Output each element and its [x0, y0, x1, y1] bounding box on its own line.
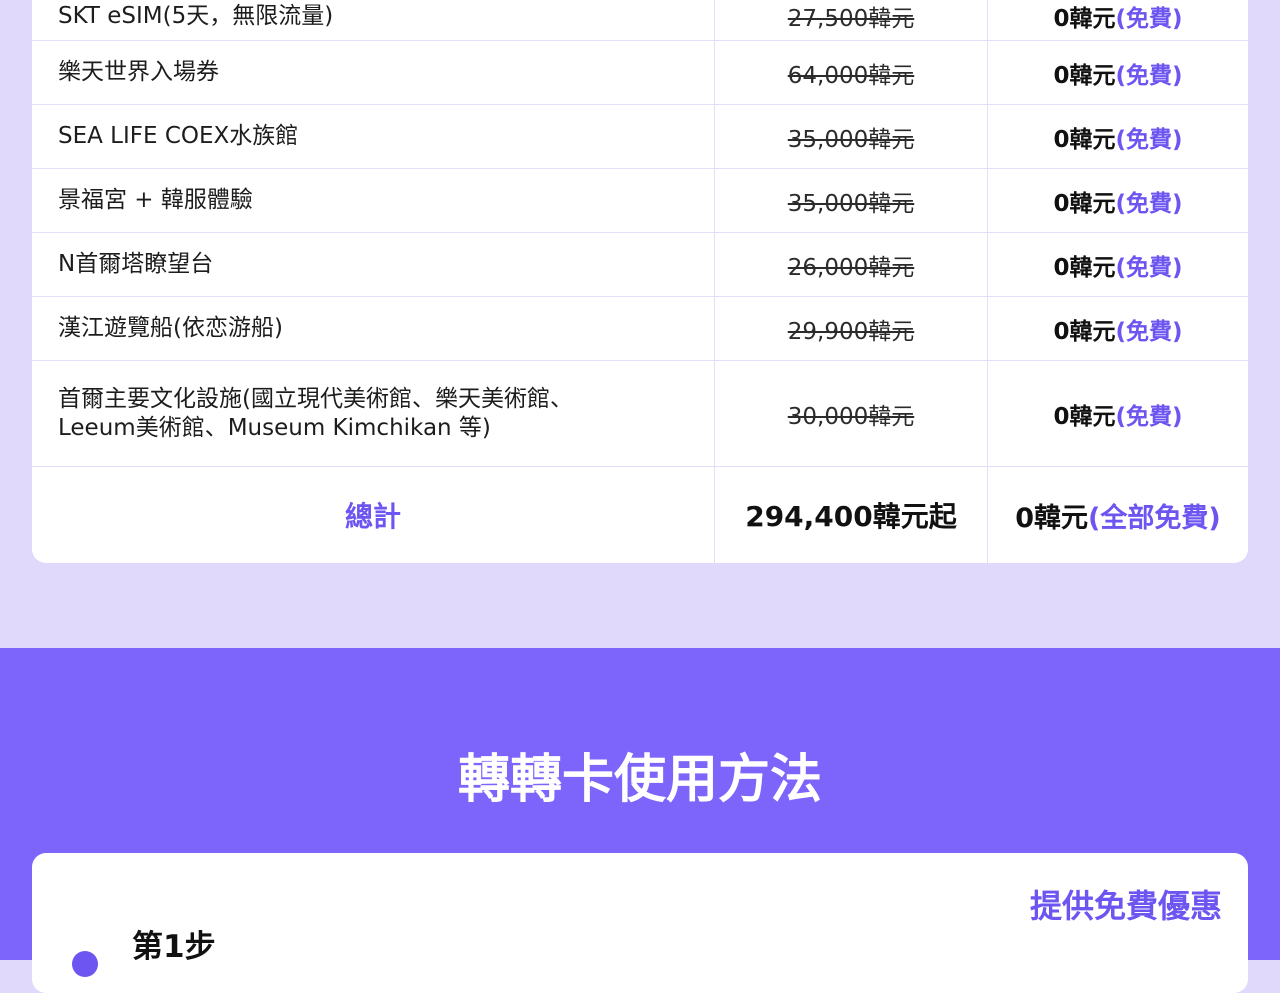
card-price-cell: 0韓元 (免費)	[988, 233, 1248, 296]
card-price-cell: 0韓元 (免費)	[988, 105, 1248, 168]
total-label: 總計	[344, 500, 401, 533]
section-title: 轉轉卡使用方法	[457, 750, 822, 810]
original-price: 26,000韓元	[787, 254, 915, 281]
item-name: N首爾塔瞭望台	[58, 251, 214, 277]
total-row: 總計 294,400韓元起 0韓元 (全部免費)	[32, 467, 1248, 563]
card-price: 0韓元	[1053, 254, 1116, 281]
card-price-cell: 0韓元 (免費)	[988, 41, 1248, 104]
table-row: SEA LIFE COEX水族館 35,000韓元 0韓元 (免費)	[32, 105, 1248, 169]
original-price-cell: 35,000韓元	[714, 169, 988, 232]
card-price: 0韓元	[1053, 6, 1116, 32]
free-label: (免費)	[1115, 126, 1183, 153]
card-price: 0韓元	[1053, 190, 1116, 217]
item-name-line: Leeum美術館、Museum Kimchikan 等)	[58, 414, 491, 441]
step-dot-icon	[72, 951, 98, 977]
original-price: 29,900韓元	[787, 318, 915, 345]
card-price-cell: 0韓元 (免費)	[988, 297, 1248, 360]
free-label: (免費)	[1115, 6, 1183, 32]
free-label: (免費)	[1115, 62, 1183, 89]
table-row: 首爾主要文化設施(國立現代美術館、樂天美術館、 Leeum美術館、Museum …	[32, 361, 1248, 467]
card-price: 0韓元	[1053, 318, 1116, 345]
table-row: 樂天世界入場券 64,000韓元 0韓元 (免費)	[32, 41, 1248, 105]
usage-section: 轉轉卡使用方法 提供免費優惠 第1步	[0, 648, 1280, 993]
total-card-price: 0韓元	[1015, 502, 1089, 534]
free-label: (免費)	[1115, 190, 1183, 217]
original-price-cell: 26,000韓元	[714, 233, 988, 296]
original-price: 35,000韓元	[787, 126, 915, 153]
total-card-price-cell: 0韓元 (全部免費)	[988, 467, 1248, 563]
price-comparison-table: SKT eSIM(5天，無限流量) 27,500韓元 0韓元 (免費) 樂天世界入…	[32, 0, 1248, 563]
table-row: 漢江遊覽船(依恋游船) 29,900韓元 0韓元 (免費)	[32, 297, 1248, 361]
table-row: SKT eSIM(5天，無限流量) 27,500韓元 0韓元 (免費)	[32, 0, 1248, 41]
original-price-cell: 64,000韓元	[714, 41, 988, 104]
original-price-cell: 35,000韓元	[714, 105, 988, 168]
item-name: 景福宮 + 韓服體驗	[58, 187, 253, 213]
free-label: (免費)	[1115, 318, 1183, 345]
total-original-cell: 294,400韓元起	[714, 467, 988, 563]
item-name: 首爾主要文化設施(國立現代美術館、樂天美術館、 Leeum美術館、Museum …	[32, 361, 714, 466]
table-row: N首爾塔瞭望台 26,000韓元 0韓元 (免費)	[32, 233, 1248, 297]
original-price: 27,500韓元	[787, 6, 915, 32]
card-price-cell: 0韓元 (免費)	[988, 0, 1248, 40]
free-label: (免費)	[1115, 254, 1183, 281]
card-price: 0韓元	[1053, 403, 1116, 430]
table-row: 景福宮 + 韓服體驗 35,000韓元 0韓元 (免費)	[32, 169, 1248, 233]
card-price-cell: 0韓元 (免費)	[988, 169, 1248, 232]
total-free-label: (全部免費)	[1088, 502, 1221, 534]
original-price: 30,000韓元	[787, 403, 915, 430]
card-price: 0韓元	[1053, 62, 1116, 89]
card-price: 0韓元	[1053, 126, 1116, 153]
original-price-cell: 30,000韓元	[714, 361, 988, 466]
original-price-cell: 27,500韓元	[714, 0, 988, 40]
item-name: SEA LIFE COEX水族館	[58, 123, 299, 149]
item-name: SKT eSIM(5天，無限流量)	[58, 2, 334, 29]
original-price-cell: 29,900韓元	[714, 297, 988, 360]
item-name-line: 首爾主要文化設施(國立現代美術館、樂天美術館、	[58, 385, 573, 412]
promo-tag: 提供免費優惠	[1029, 887, 1222, 925]
step-card: 提供免費優惠 第1步	[32, 853, 1248, 993]
free-label: (免費)	[1115, 403, 1183, 430]
item-name: 漢江遊覽船(依恋游船)	[58, 315, 283, 341]
original-price: 35,000韓元	[787, 190, 915, 217]
total-original-price: 294,400韓元起	[745, 500, 957, 533]
card-price-cell: 0韓元 (免費)	[988, 361, 1248, 466]
item-name: 樂天世界入場券	[58, 59, 219, 85]
step-label: 第1步	[132, 929, 216, 965]
original-price: 64,000韓元	[787, 62, 915, 89]
